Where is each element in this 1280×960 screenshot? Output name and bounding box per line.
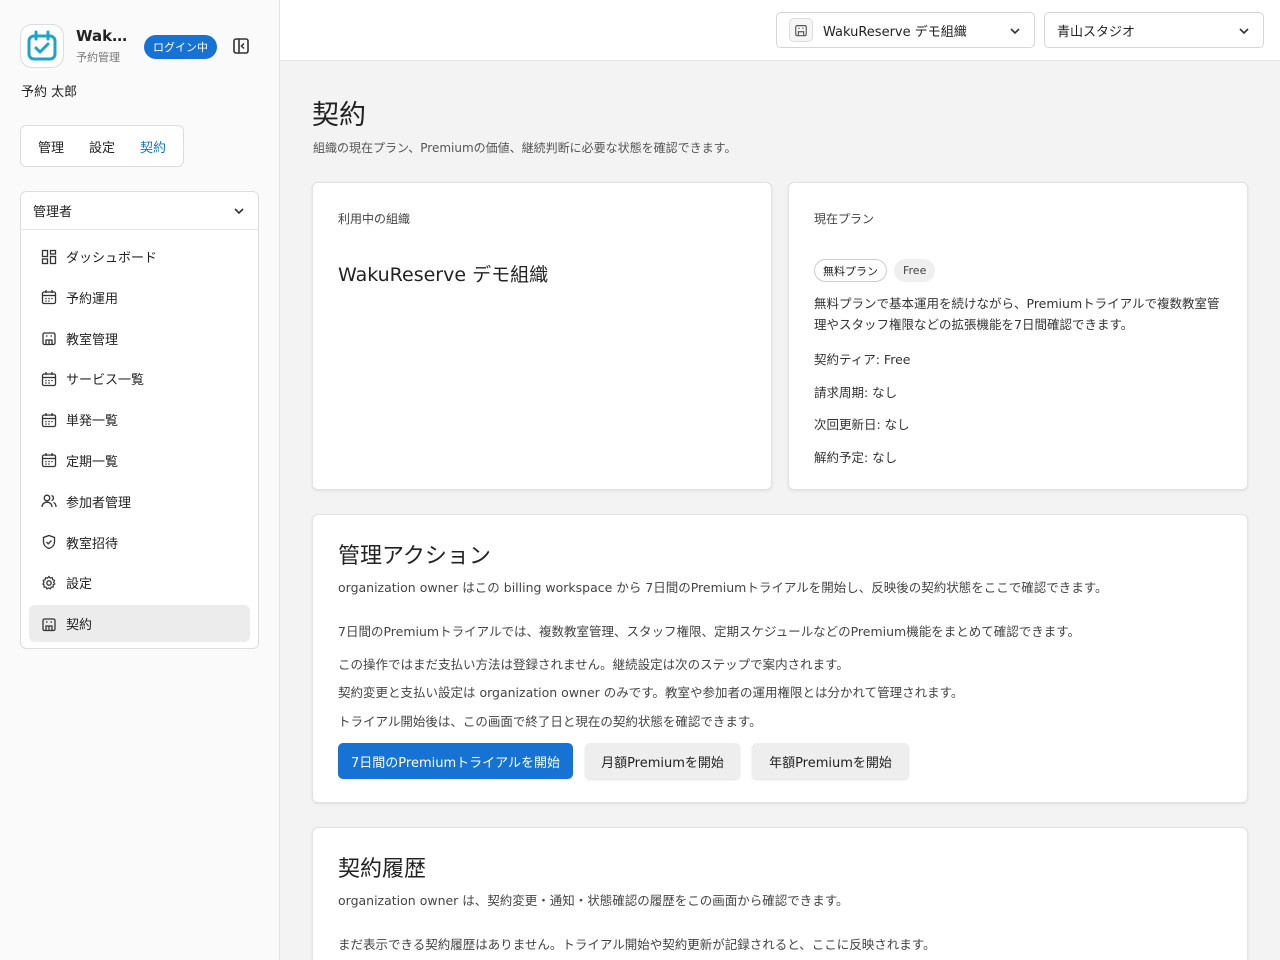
tier-badge: Free <box>894 259 936 282</box>
plan-card-label: 現在プラン <box>814 212 875 226</box>
start-trial-button[interactable]: 7日間のPremiumトライアルを開始 <box>338 743 573 779</box>
sidebar-item-label: 単発一覧 <box>66 414 119 430</box>
sidebar-collapse-icon[interactable] <box>232 37 250 55</box>
actions-title: 管理アクション <box>338 544 491 569</box>
sidebar-item-reservations[interactable]: 予約運用 <box>29 279 250 316</box>
sidebar-item-label: 教室招待 <box>66 536 119 552</box>
tab-settings[interactable]: 設定 <box>89 137 115 156</box>
sidebar-item-contract[interactable]: 契約 <box>29 605 250 643</box>
building-icon <box>42 332 56 346</box>
user-name: 予約 太郎 <box>21 85 78 100</box>
calendar-icon <box>41 453 57 468</box>
calendar-icon <box>41 412 57 427</box>
page-description: 組織の現在プラン、Premiumの価値、継続判断に必要な状態を確認できます。 <box>313 141 737 155</box>
tab-contract[interactable]: 契約 <box>140 137 166 156</box>
sidebar-item-classrooms[interactable]: 教室管理 <box>29 320 250 357</box>
sidebar-item-label: 契約 <box>66 618 93 634</box>
history-description: organization owner は、契約変更・通知・状態確認の履歴をこの画… <box>338 893 849 908</box>
chevron-down-icon <box>1239 28 1249 35</box>
sidebar-item-single[interactable]: 単発一覧 <box>29 401 250 438</box>
shield-icon <box>42 534 56 550</box>
history-empty-message: まだ表示できる契約履歴はありません。トライアル開始や契約更新が記録されると、ここ… <box>338 937 936 952</box>
organization-card: 利用中の組織 WakuReserve デモ組織 <box>312 182 772 490</box>
brand-name: WakuReserve <box>76 27 134 45</box>
actions-info-line: トライアル開始後は、この画面で終了日と現在の契約状態を確認できます。 <box>338 714 762 729</box>
sidebar: WakuReserve 予約管理 ログイン中 予約 太郎 管理 設定 契約 管理… <box>0 0 280 960</box>
sidebar-item-recurring[interactable]: 定期一覧 <box>29 442 250 479</box>
section-tabs: 管理 設定 契約 <box>20 125 184 167</box>
admin-menu: 管理者 ダッシュボード 予約運用 教室管理 サービス一覧 単発一覧 定期一覧 参… <box>20 191 259 649</box>
start-monthly-button[interactable]: 月額Premiumを開始 <box>585 743 740 779</box>
actions-description: organization owner はこの billing workspace… <box>338 580 1108 595</box>
plan-card: 現在プラン 無料プラン Free 無料プランで基本運用を続けながら、Premiu… <box>788 182 1248 490</box>
plan-tier: 契約ティア: Free <box>814 352 911 367</box>
sidebar-item-label: サービス一覧 <box>66 373 145 389</box>
organization-name: WakuReserve デモ組織 <box>338 264 549 286</box>
calendar-icon <box>41 371 57 387</box>
chevron-down-icon <box>234 207 244 214</box>
history-title: 契約履歴 <box>338 857 427 882</box>
start-yearly-button[interactable]: 年額Premiumを開始 <box>752 743 909 779</box>
dashboard-icon <box>41 249 57 264</box>
sidebar-item-services[interactable]: サービス一覧 <box>29 360 250 397</box>
plan-description: 無料プランで基本運用を続けながら、Premiumトライアルで複数教室管理やスタッ… <box>814 296 1220 332</box>
page-title: 契約 <box>312 100 366 131</box>
sidebar-item-label: ダッシュボード <box>66 251 158 266</box>
login-status-badge: ログイン中 <box>144 35 217 59</box>
sidebar-item-label: 教室管理 <box>66 332 119 348</box>
organization-select[interactable]: WakuReserve デモ組織 <box>776 12 1035 48</box>
sidebar-item-label: 参加者管理 <box>66 495 132 511</box>
actions-info-line: 契約変更と支払い設定は organization owner のみです。教室や参… <box>338 685 964 700</box>
brand-subtitle: 予約管理 <box>76 51 120 64</box>
top-bar: WakuReserve デモ組織 青山スタジオ <box>280 0 1280 61</box>
sidebar-item-dashboard[interactable]: ダッシュボード <box>29 238 250 275</box>
tab-manage[interactable]: 管理 <box>38 137 64 156</box>
actions-card: 管理アクション organization owner はこの billing w… <box>312 514 1248 803</box>
sidebar-item-settings[interactable]: 設定 <box>29 564 250 601</box>
calendar-icon <box>41 290 57 305</box>
users-icon <box>41 494 57 508</box>
plan-badge: 無料プラン <box>814 259 887 282</box>
plan-cancellation: 解約予定: なし <box>814 450 898 465</box>
calendar-check-logo-icon <box>20 24 64 68</box>
actions-info-line: 7日間のPremiumトライアルでは、複数教室管理、スタッフ権限、定期スケジュー… <box>338 624 1080 639</box>
sidebar-item-label: 定期一覧 <box>66 454 119 470</box>
organization-select-value: WakuReserve デモ組織 <box>823 24 967 40</box>
plan-next-renewal: 次回更新日: なし <box>814 417 910 432</box>
gear-icon <box>42 575 56 590</box>
plan-billing-cycle: 請求周期: なし <box>814 385 898 400</box>
role-selector[interactable]: 管理者 <box>21 192 258 230</box>
actions-info-line: この操作ではまだ支払い方法は登録されません。継続設定は次のステップで案内されます… <box>338 657 849 672</box>
brand[interactable]: WakuReserve 予約管理 <box>20 24 134 68</box>
building-icon <box>789 18 813 42</box>
studio-select[interactable]: 青山スタジオ <box>1044 12 1264 48</box>
organization-card-label: 利用中の組織 <box>338 212 411 226</box>
sidebar-item-invite[interactable]: 教室招待 <box>29 524 250 561</box>
sidebar-item-label: 予約運用 <box>66 291 119 307</box>
chevron-down-icon <box>1010 28 1020 35</box>
building-icon <box>42 618 56 631</box>
sidebar-item-participants[interactable]: 参加者管理 <box>29 483 250 520</box>
sidebar-item-label: 設定 <box>66 577 93 593</box>
history-card: 契約履歴 organization owner は、契約変更・通知・状態確認の履… <box>312 827 1248 960</box>
role-selector-label: 管理者 <box>33 205 73 220</box>
studio-select-value: 青山スタジオ <box>1057 24 1136 40</box>
